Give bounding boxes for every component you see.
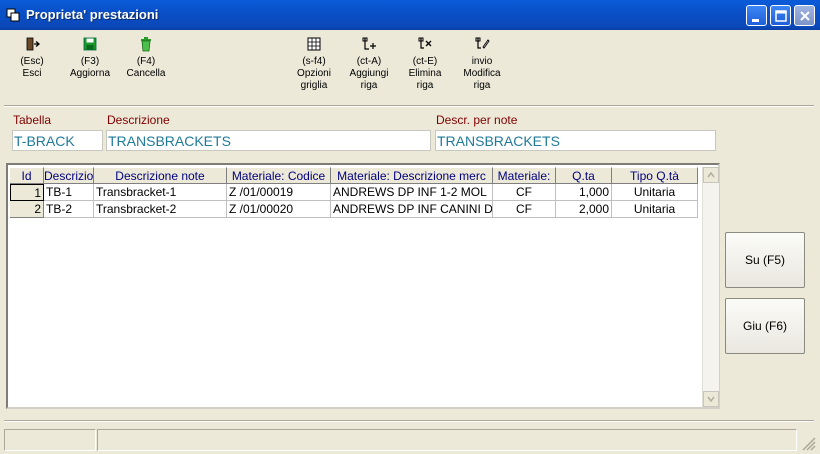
- title-bar[interactable]: Proprieta' prestazioni: [0, 0, 820, 30]
- table-cell[interactable]: Z /01/00020: [227, 201, 331, 218]
- table-cell[interactable]: TB-1: [44, 184, 94, 201]
- delete-label: Cancella: [126, 68, 166, 79]
- update-label: Aggiorna: [69, 68, 111, 79]
- add-row-label2: riga: [360, 80, 378, 91]
- delete-row-icon: [418, 37, 432, 49]
- scroll-up-button[interactable]: [703, 167, 719, 183]
- edit-row-label1: Modifica: [463, 68, 501, 79]
- table-cell[interactable]: ANDREWS DP INF CANINI D: [331, 201, 493, 218]
- column-header-quantita[interactable]: Q.ta: [556, 167, 612, 184]
- app-icon: [6, 8, 20, 22]
- grid-options-label2: griglia: [300, 80, 328, 91]
- status-pane-main: [97, 429, 797, 451]
- trash-can-icon: [141, 37, 151, 52]
- update-button[interactable]: (F3) Aggiorna: [66, 36, 114, 80]
- edit-row-icon: [475, 37, 490, 49]
- toolbar-divider: [4, 105, 814, 107]
- update-key: (F3): [80, 56, 100, 67]
- minimize-icon: [752, 19, 759, 22]
- delete-button[interactable]: (F4) Cancella: [122, 36, 170, 80]
- grid-vertical-scrollbar[interactable]: [702, 167, 719, 407]
- delete-row-label2: riga: [416, 80, 434, 91]
- exit-label: Esci: [22, 68, 42, 79]
- exit-door-icon: [26, 37, 40, 51]
- descr-note-label: Descr. per note: [436, 113, 518, 127]
- save-floppy-icon: [83, 37, 97, 51]
- close-icon: [800, 11, 810, 21]
- table-cell[interactable]: Transbracket-2: [94, 201, 227, 218]
- table-cell[interactable]: Transbracket-1: [94, 184, 227, 201]
- chevron-down-icon: [707, 396, 715, 403]
- tabella-field[interactable]: T-BRACK: [12, 130, 103, 151]
- table-cell[interactable]: CF: [493, 184, 556, 201]
- exit-button[interactable]: (Esc) Esci: [14, 36, 50, 80]
- table-cell[interactable]: Unitaria: [612, 201, 698, 218]
- delete-row-key: (ct-E): [412, 56, 438, 67]
- column-header-descrizione-note[interactable]: Descrizione note: [94, 167, 227, 184]
- edit-row-label2: riga: [473, 80, 491, 91]
- maximize-icon: [775, 10, 787, 22]
- add-row-icon: [362, 37, 376, 50]
- maximize-button[interactable]: [770, 5, 791, 26]
- add-row-key: (ct-A): [356, 56, 382, 67]
- column-header-materiale-descrizione[interactable]: Materiale: Descrizione merc: [331, 167, 493, 184]
- table-cell[interactable]: TB-2: [44, 201, 94, 218]
- table-cell[interactable]: 1,000: [556, 184, 612, 201]
- row-id-cell[interactable]: 2: [10, 201, 44, 218]
- column-header-descrizione[interactable]: Descrizio: [44, 167, 94, 184]
- exit-key: (Esc): [20, 56, 44, 67]
- column-header-materiale-unita[interactable]: Materiale:: [493, 167, 556, 184]
- minimize-button[interactable]: [746, 5, 767, 26]
- window-title: Proprieta' prestazioni: [26, 7, 159, 22]
- grid-options-key: (s-f4): [302, 56, 326, 67]
- descr-note-field[interactable]: TRANSBRACKETS: [435, 130, 716, 151]
- table-cell[interactable]: ANDREWS DP INF 1-2 MOL: [331, 184, 493, 201]
- descrizione-field[interactable]: TRANSBRACKETS: [106, 130, 431, 151]
- grid-options-button[interactable]: (s-f4) Opzioni griglia: [292, 36, 336, 92]
- table-cell[interactable]: CF: [493, 201, 556, 218]
- grid-options-label1: Opzioni: [297, 68, 331, 79]
- chevron-up-icon: [707, 171, 715, 178]
- edit-row-key: invio: [471, 56, 493, 67]
- move-up-button[interactable]: Su (F5): [725, 232, 805, 288]
- delete-key: (F4): [136, 56, 156, 67]
- table-cell[interactable]: Z /01/00019: [227, 184, 331, 201]
- properties-window: Proprieta' prestazioni (Esc) Esci (F3) A…: [0, 0, 820, 454]
- table-cell[interactable]: 2,000: [556, 201, 612, 218]
- close-button[interactable]: [794, 5, 815, 26]
- column-header-id[interactable]: Id: [10, 167, 44, 184]
- delete-row-label1: Elimina: [408, 68, 442, 79]
- status-pane-left: [4, 429, 96, 451]
- add-row-button[interactable]: (ct-A) Aggiungi riga: [346, 36, 392, 92]
- resize-grip-icon[interactable]: [800, 435, 816, 451]
- tabella-label: Tabella: [13, 113, 52, 127]
- grid-options-icon: [307, 37, 321, 51]
- scroll-down-button[interactable]: [703, 391, 719, 407]
- delete-row-button[interactable]: (ct-E) Elimina riga: [404, 36, 446, 92]
- row-id-cell[interactable]: 1: [10, 184, 44, 201]
- column-header-materiale-codice[interactable]: Materiale: Codice: [227, 167, 331, 184]
- edit-row-button[interactable]: invio Modifica riga: [458, 36, 506, 92]
- add-row-label1: Aggiungi: [349, 68, 389, 79]
- move-down-button[interactable]: Giu (F6): [725, 298, 805, 354]
- column-header-tipo-quantita[interactable]: Tipo Q.tà: [612, 167, 698, 184]
- descrizione-label: Descrizione: [107, 113, 170, 127]
- status-bar: [0, 427, 820, 454]
- status-divider: [4, 420, 814, 422]
- data-grid[interactable]: Id Descrizio Descrizione note Materiale:…: [6, 163, 720, 409]
- table-cell[interactable]: Unitaria: [612, 184, 698, 201]
